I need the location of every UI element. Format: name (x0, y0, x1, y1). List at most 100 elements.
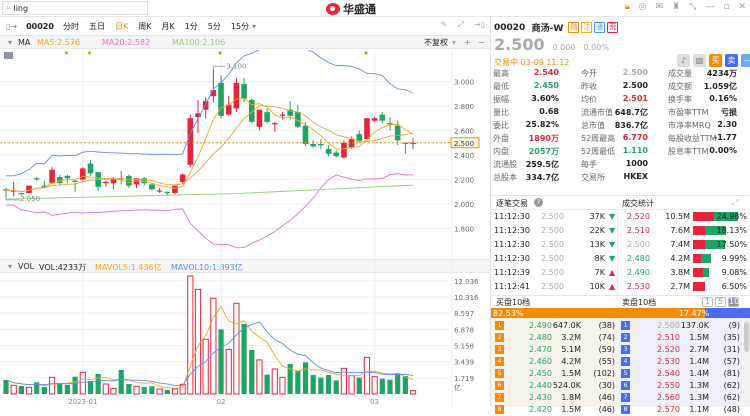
draw-icon[interactable]: ✎ (441, 20, 448, 30)
stat-label: 市盈率TTM (668, 108, 709, 117)
close-icon[interactable]: ✕ (738, 2, 746, 12)
help-icon[interactable]: ? (534, 198, 543, 207)
order-volume: 524.0K (552, 381, 581, 390)
order-count: (38) (598, 321, 615, 330)
stat-value: 2.501 (622, 94, 648, 103)
lock-icon[interactable]: 🔒︎ (625, 2, 630, 12)
order-volume: 1.4M (689, 369, 709, 378)
order-price: 2.460 (529, 357, 552, 366)
order-count: (62) (723, 381, 740, 390)
tab-4[interactable]: 月K (161, 21, 174, 32)
order-price: 2.510 (657, 333, 680, 342)
fullscreen-icon[interactable]: ⤢ (457, 20, 463, 30)
depth-level-5[interactable]: 5 (715, 297, 726, 307)
dist-pct: 9.08% (721, 268, 747, 277)
volume-bar (241, 323, 247, 394)
stat-value: 1.110 (622, 146, 648, 155)
quote-badge: 通 (594, 22, 606, 33)
stat-label: 52周最高 (581, 134, 616, 143)
sidebar-toggle-icon[interactable]: ▯→ (6, 22, 17, 31)
ask-row[interactable]: 8 2.570 1.1M (48) (617, 403, 743, 416)
minimize-icon[interactable]: — (705, 2, 714, 12)
dist-volume: 3.8M (670, 268, 690, 277)
search-input[interactable]: ⌕ ling (2, 1, 148, 15)
volume-bar (279, 376, 286, 395)
tab-5[interactable]: 1分 (185, 21, 198, 32)
depth-level-10[interactable]: 10 (728, 297, 739, 307)
dist-price: 2.530 (627, 282, 650, 291)
alert-bell-icon[interactable]: ♪ (677, 54, 690, 67)
candle-body (364, 118, 370, 140)
stat-label: 换手率 (668, 95, 692, 104)
zoom-in-icon[interactable]: + (464, 38, 471, 47)
volume-bar (18, 386, 24, 394)
volume-bar (295, 370, 301, 394)
sell-button[interactable]: 卖 (725, 54, 738, 67)
chevron-down-icon[interactable]: ▾ (452, 38, 456, 47)
tab-7[interactable]: 15分 (231, 21, 249, 32)
maximize-icon[interactable]: ▫ (723, 2, 729, 12)
volume-bar (41, 387, 47, 394)
quote-code: 00020 (494, 22, 526, 33)
expand-icon[interactable]: ⤢ (732, 198, 738, 208)
ma-legend: ▾ MA MA5:2.576 MA20:2.582 MA100:2.106 不复… (0, 35, 490, 49)
dist-pct: 24.98% (716, 212, 747, 221)
price-tick-label: 3.000 (454, 79, 474, 87)
level-index: 8 (495, 405, 504, 414)
title-bar: ⌕ ling 华盛通 🔒︎ ◎ ✉ ♜ ⤡ — ▫ ✕ (0, 0, 750, 17)
price-tick-label: 2.800 (454, 103, 474, 111)
dist-pct: 17.50% (716, 240, 747, 249)
ma5-value: MA5:2.576 (37, 37, 81, 47)
bid-pct: 82.53% (493, 309, 524, 318)
bid-row[interactable]: 8 2.420 1.5M (46) (491, 403, 617, 416)
shrink-icon[interactable]: ⤡ (689, 2, 696, 12)
volume-bar (110, 387, 117, 395)
stat-value: 1000 (625, 159, 648, 168)
collapse-icon[interactable]: ▾ (8, 38, 12, 47)
chart-toolbar: ▯→ 00020 分时 五日 日K 周K 月K 1分 5分 15分 ▾ (0, 18, 490, 34)
remove-watchlist-button[interactable]: — (741, 54, 750, 67)
order-count: (35) (723, 333, 740, 342)
order-price: 2.450 (529, 369, 552, 378)
date-label: 2023-01 (68, 398, 97, 406)
kline-chart[interactable]: 3.000 2.800 2.600 2.400 2.200 2.000 1.800 12.03… (0, 50, 490, 407)
headset-icon[interactable]: ◎ (639, 2, 647, 12)
candle-body (72, 180, 78, 182)
stats-row: 内盘 2057万 52周最低 1.110 股息率TTM 0.00% (493, 145, 749, 158)
level-index: 8 (621, 405, 630, 414)
order-price: 2.530 (657, 357, 680, 366)
tab-1[interactable]: 五日 (89, 21, 105, 32)
candle-body (179, 174, 186, 182)
zoom-out-icon[interactable]: − (478, 38, 485, 47)
shirt-icon[interactable]: ♜ (672, 2, 680, 12)
stat-label: 流通市值 (581, 108, 613, 117)
tab-3[interactable]: 周K (138, 21, 151, 32)
adjust-select[interactable]: 不复权 (424, 37, 448, 48)
depth-level-1[interactable]: 1 (702, 297, 713, 307)
stat-label: 52周最低 (581, 147, 616, 156)
trade-row: 11:12:41 2.500 10K ▲ 2.530 2.7M 6.50% (491, 280, 750, 294)
dist-pct: 9.99% (721, 254, 747, 263)
note-icon[interactable]: ▨ (693, 54, 706, 67)
volume-bar (225, 348, 232, 395)
volume-bar (64, 384, 71, 394)
tab-2[interactable]: 日K (115, 21, 128, 32)
chevron-down-icon[interactable]: ▾ (252, 22, 256, 31)
volume-tick-label: 6.878 (454, 326, 474, 334)
date-label: 02 (217, 398, 226, 406)
buy-button[interactable]: 买 (709, 54, 722, 67)
scrollbar[interactable] (743, 318, 750, 407)
volume-tick-label: 1.719 (454, 375, 474, 383)
trade-volume: 22K (589, 226, 605, 235)
tab-0[interactable]: 分时 (63, 21, 79, 32)
mail-icon[interactable]: ✉ (656, 2, 664, 12)
order-price: 2.420 (529, 405, 552, 414)
volume-bar (256, 359, 263, 395)
candle-body (241, 83, 247, 99)
tab-6[interactable]: 5分 (208, 21, 221, 32)
volume-bar (48, 376, 56, 395)
order-volume: 1.1M (689, 405, 709, 414)
level-index: 6 (495, 381, 504, 390)
collapse-panel-icon[interactable]: →▯ (474, 20, 485, 30)
volume-bar (333, 380, 339, 394)
